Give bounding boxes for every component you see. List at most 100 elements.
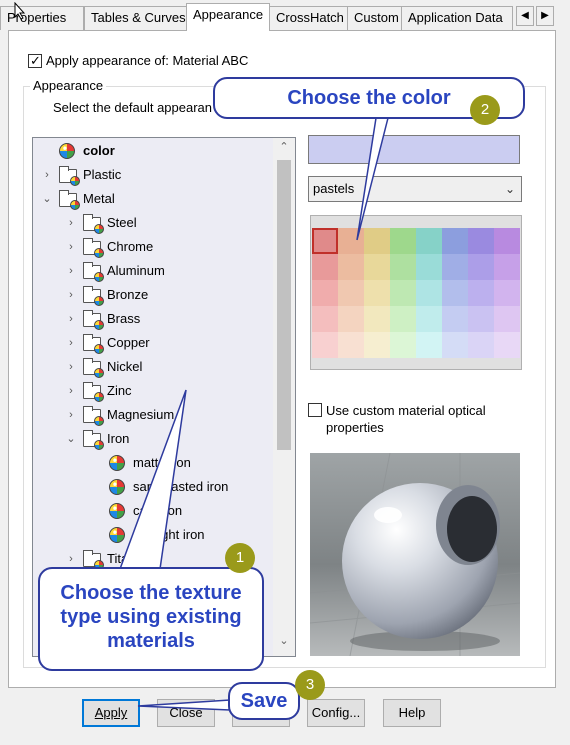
- color-swatch[interactable]: [442, 228, 468, 254]
- arrow-left-icon: ◀: [521, 10, 529, 21]
- tree-item[interactable]: sandblasted iron: [33, 475, 273, 499]
- color-swatch[interactable]: [364, 228, 390, 254]
- scroll-down-button[interactable]: ⌄: [273, 634, 295, 654]
- chevron-right-icon[interactable]: ›: [65, 379, 77, 403]
- apply-button[interactable]: Apply: [82, 699, 140, 727]
- chevron-right-icon[interactable]: ›: [65, 235, 77, 259]
- color-swatch[interactable]: [416, 332, 442, 358]
- tree-item[interactable]: › Steel: [33, 211, 273, 235]
- tree-item[interactable]: ⌄ Iron: [33, 427, 273, 451]
- color-ball-icon: [109, 479, 125, 495]
- color-swatch[interactable]: [442, 332, 468, 358]
- apply-appearance-checkbox[interactable]: ✓: [28, 53, 42, 71]
- color-swatch[interactable]: [468, 228, 494, 254]
- tab-scroll-right-button[interactable]: ▶: [536, 6, 554, 26]
- color-swatch[interactable]: [364, 332, 390, 358]
- mouse-cursor-icon: [14, 1, 26, 20]
- tree-item[interactable]: › Brass: [33, 307, 273, 331]
- chevron-down-icon[interactable]: ⌄: [65, 427, 77, 451]
- color-swatch[interactable]: [338, 332, 364, 358]
- appearance-folder-icon: [83, 286, 104, 306]
- appearance-folder-icon: [59, 166, 80, 186]
- color-swatch[interactable]: [390, 332, 416, 358]
- tab-properties[interactable]: Properties: [0, 6, 84, 30]
- color-swatch[interactable]: [390, 228, 416, 254]
- chevron-right-icon[interactable]: ›: [65, 211, 77, 235]
- color-swatch[interactable]: [312, 228, 338, 254]
- custom-optical-checkbox[interactable]: [308, 403, 322, 420]
- chevron-down-icon[interactable]: ⌄: [41, 187, 53, 211]
- tree-item[interactable]: › Aluminum: [33, 259, 273, 283]
- color-swatch[interactable]: [494, 254, 520, 280]
- color-ball-icon: [59, 143, 75, 159]
- tree-item[interactable]: › Magnesium: [33, 403, 273, 427]
- color-swatch[interactable]: [468, 332, 494, 358]
- chevron-right-icon[interactable]: ›: [65, 307, 77, 331]
- tree-item-label: Brass: [107, 311, 141, 326]
- color-swatch[interactable]: [390, 306, 416, 332]
- color-swatch[interactable]: [312, 254, 338, 280]
- color-swatch[interactable]: [338, 254, 364, 280]
- tree-item[interactable]: color: [33, 139, 273, 163]
- scroll-thumb[interactable]: [277, 160, 291, 450]
- close-button-label: Close: [169, 705, 203, 720]
- tree-item[interactable]: › Chrome: [33, 235, 273, 259]
- tree-item[interactable]: › Bronze: [33, 283, 273, 307]
- tree-item[interactable]: › Nickel: [33, 355, 273, 379]
- tree-item-label: Copper: [107, 335, 150, 350]
- scroll-up-button[interactable]: ⌃: [273, 140, 295, 160]
- tree-item[interactable]: ⌄ Metal: [33, 187, 273, 211]
- color-swatch[interactable]: [416, 228, 442, 254]
- tree-scrollbar[interactable]: ⌃ ⌄: [273, 138, 295, 656]
- chevron-right-icon[interactable]: ›: [65, 283, 77, 307]
- color-swatch[interactable]: [494, 306, 520, 332]
- tree-item[interactable]: matte iron: [33, 451, 273, 475]
- tab-tables-curves[interactable]: Tables & Curves: [84, 6, 187, 30]
- color-swatch[interactable]: [338, 306, 364, 332]
- color-swatch[interactable]: [494, 332, 520, 358]
- tab-scroll-left-button[interactable]: ◀: [516, 6, 534, 26]
- color-swatch[interactable]: [494, 280, 520, 306]
- color-swatch[interactable]: [442, 306, 468, 332]
- tab-crosshatch[interactable]: CrossHatch: [269, 6, 348, 30]
- palette-select[interactable]: pastels ⌄: [308, 176, 522, 202]
- color-swatch[interactable]: [312, 280, 338, 306]
- config-button[interactable]: Config...: [307, 699, 365, 727]
- help-button[interactable]: Help: [383, 699, 441, 727]
- chevron-right-icon[interactable]: ›: [65, 403, 77, 427]
- color-swatch[interactable]: [468, 254, 494, 280]
- color-swatch[interactable]: [364, 306, 390, 332]
- color-swatch[interactable]: [416, 280, 442, 306]
- color-swatch[interactable]: [442, 280, 468, 306]
- chevron-right-icon[interactable]: ›: [65, 355, 77, 379]
- tab-appearance[interactable]: Appearance: [186, 3, 270, 31]
- color-swatch[interactable]: [442, 254, 468, 280]
- color-swatch[interactable]: [416, 254, 442, 280]
- color-swatch[interactable]: [494, 228, 520, 254]
- tab-custom[interactable]: Custom: [347, 6, 402, 30]
- close-button[interactable]: Close: [157, 699, 215, 727]
- color-swatch[interactable]: [338, 228, 364, 254]
- color-swatch[interactable]: [468, 306, 494, 332]
- step-badge-2: 2: [470, 95, 500, 125]
- color-swatch[interactable]: [364, 254, 390, 280]
- color-swatch[interactable]: [312, 306, 338, 332]
- appearance-folder-icon: [83, 214, 104, 234]
- tab-application-data[interactable]: Application Data: [401, 6, 513, 30]
- tree-item[interactable]: cast iron: [33, 499, 273, 523]
- color-swatch[interactable]: [390, 254, 416, 280]
- tree-item[interactable]: › Plastic: [33, 163, 273, 187]
- chevron-right-icon[interactable]: ›: [65, 331, 77, 355]
- tree-item[interactable]: › Zinc: [33, 379, 273, 403]
- color-swatch[interactable]: [416, 306, 442, 332]
- chevron-right-icon[interactable]: ›: [65, 259, 77, 283]
- color-swatch[interactable]: [312, 332, 338, 358]
- color-swatch[interactable]: [338, 280, 364, 306]
- tree-item[interactable]: › Copper: [33, 331, 273, 355]
- chevron-up-icon: ⌃: [279, 141, 289, 153]
- chevron-down-icon: ⌄: [504, 182, 515, 196]
- color-swatch[interactable]: [390, 280, 416, 306]
- chevron-right-icon[interactable]: ›: [41, 163, 53, 187]
- color-swatch[interactable]: [468, 280, 494, 306]
- color-swatch[interactable]: [364, 280, 390, 306]
